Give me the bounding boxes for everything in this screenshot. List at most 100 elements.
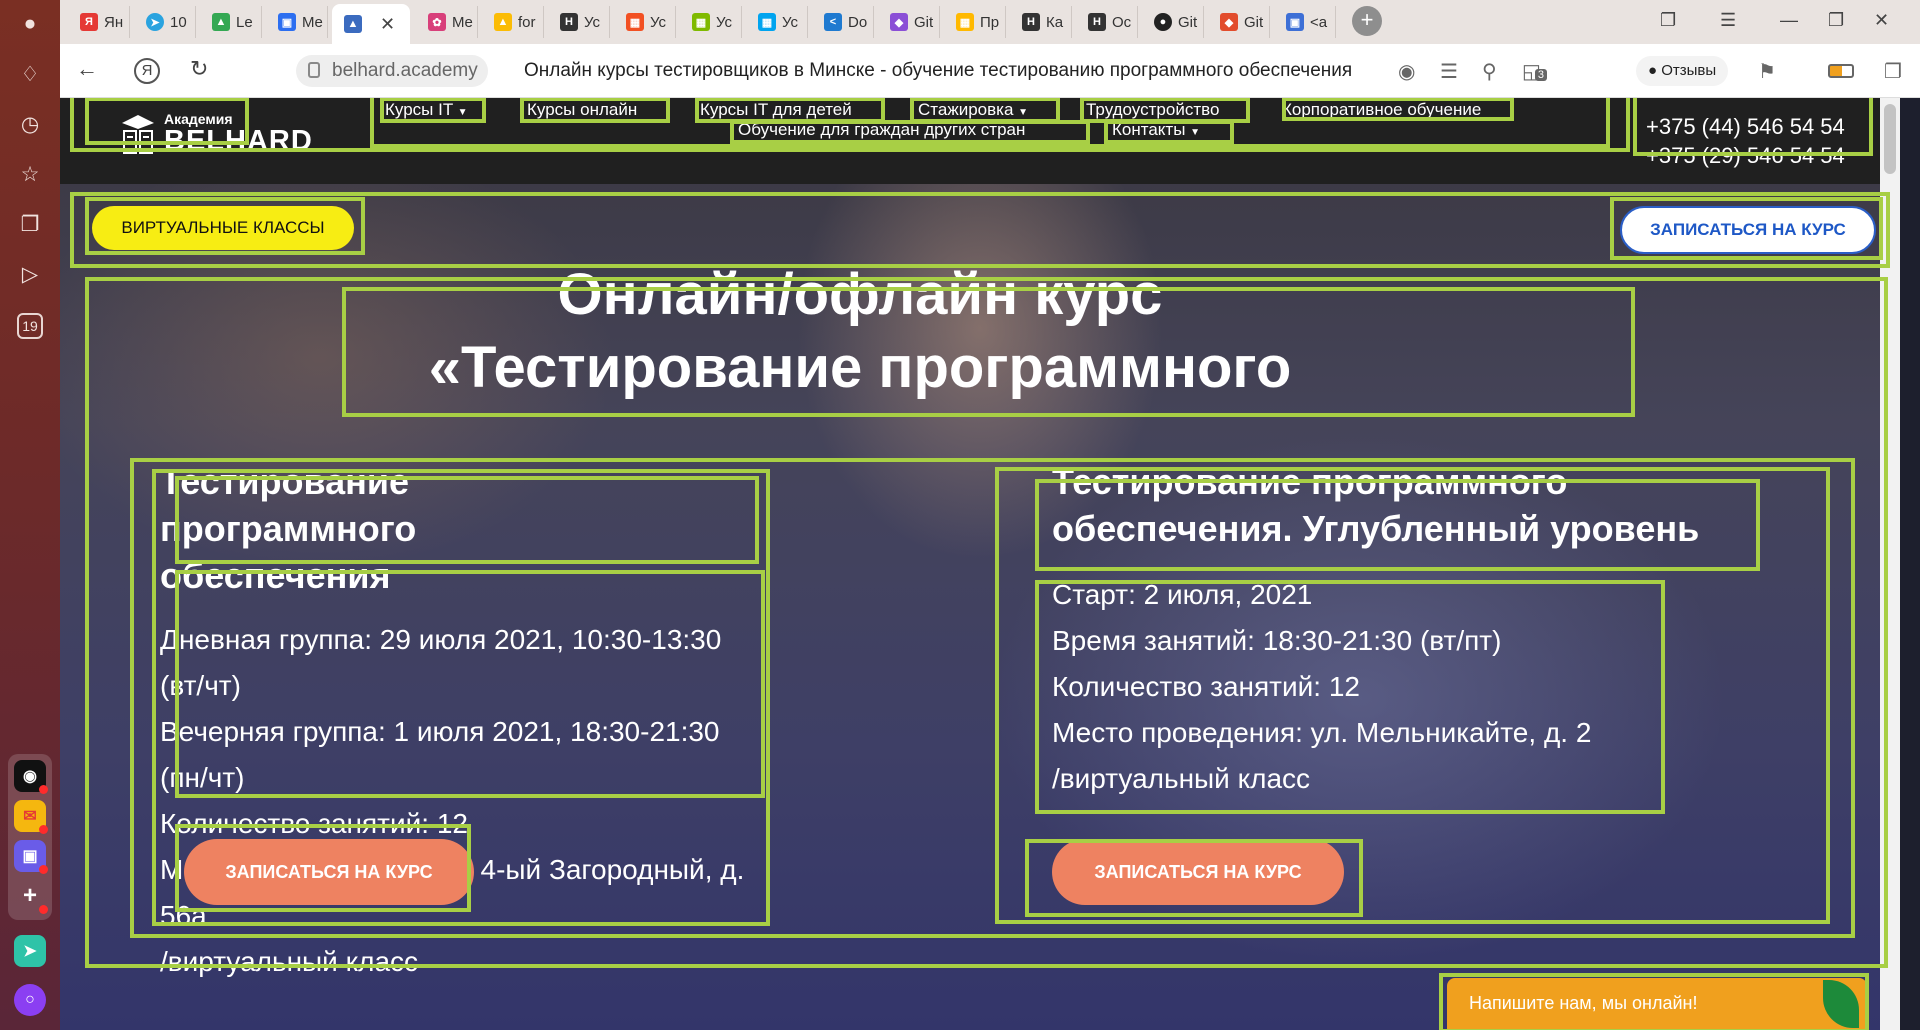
- virtual-classes-button[interactable]: ВИРТУАЛЬНЫЕ КЛАССЫ: [92, 206, 354, 250]
- collections-icon[interactable]: ❐: [14, 208, 46, 240]
- calendar-badge-icon[interactable]: 19: [17, 313, 43, 339]
- tab-2[interactable]: ➤ 10: [134, 6, 196, 38]
- tab-4[interactable]: ▣ Me: [266, 6, 328, 38]
- url-field[interactable]: belhard.academy: [296, 55, 488, 87]
- site-h-icon: H: [1022, 13, 1040, 31]
- menu-contacts[interactable]: Контакты ▼: [1112, 120, 1200, 140]
- play-video-icon[interactable]: ▷: [14, 258, 46, 290]
- signup-button-basic[interactable]: ЗАПИСАТЬСЯ НА КУРС: [184, 839, 474, 905]
- extensions-icon[interactable]: ❐: [1884, 59, 1902, 84]
- microsoft-icon: ▦: [956, 13, 974, 31]
- tab-16[interactable]: H Ос: [1076, 6, 1138, 38]
- signup-button-top[interactable]: ЗАПИСАТЬСЯ НА КУРС: [1620, 206, 1876, 254]
- alice-app-icon[interactable]: ◉: [14, 760, 48, 794]
- menu-it-courses[interactable]: Курсы IT ▼: [385, 100, 468, 120]
- page-scrollbar[interactable]: [1880, 98, 1900, 1030]
- menu-online-courses[interactable]: Курсы онлайн: [527, 100, 637, 120]
- browser-menu-icon[interactable]: ☰: [1720, 10, 1736, 31]
- course-detail-line: /виртуальный класс: [160, 946, 419, 977]
- academy-cap-icon: ▲: [344, 15, 362, 33]
- mail-app-icon[interactable]: ✉: [14, 800, 48, 834]
- signup-button-advanced[interactable]: ЗАПИСАТЬСЯ НА КУРС: [1052, 839, 1344, 905]
- tab-13[interactable]: ◆ Git: [878, 6, 940, 38]
- course-card-advanced: Тестирование программного обеспечения. У…: [1052, 458, 1792, 802]
- add-app-icon[interactable]: +: [14, 880, 48, 914]
- course-detail-line: /виртуальный класс: [1052, 763, 1311, 794]
- page-viewport: Академия BELHARD Курсы IT ▼ Курсы онлайн…: [60, 98, 1900, 1030]
- close-window-icon[interactable]: ✕: [1874, 10, 1889, 31]
- phone-numbers: +375 (44) 546 54 54 +375 (29) 546 54 54: [1646, 112, 1845, 170]
- new-tab-plus-icon[interactable]: +: [1352, 6, 1382, 36]
- tab-1[interactable]: Я Ян: [68, 6, 130, 38]
- logo-subtitle: Академия: [164, 111, 233, 127]
- menu-employment[interactable]: Трудоустройство: [1086, 100, 1219, 120]
- speech-bubble-icon: ●: [1648, 62, 1658, 79]
- reader-mode-icon[interactable]: ☰: [1440, 59, 1458, 84]
- tab-manager-icon[interactable]: ❐: [1660, 10, 1676, 31]
- microsoft-icon: ▦: [692, 13, 710, 31]
- tab-counter: 3: [1534, 69, 1548, 81]
- tab-8[interactable]: H Ус: [548, 6, 610, 38]
- yandex-home-icon[interactable]: Я: [134, 58, 160, 84]
- minimize-icon[interactable]: —: [1780, 10, 1798, 31]
- send-app-icon[interactable]: ➤: [14, 935, 46, 967]
- tab-7[interactable]: ▲ for: [482, 6, 544, 38]
- tab-12[interactable]: < Do: [812, 6, 874, 38]
- tab-10[interactable]: ▦ Ус: [680, 6, 742, 38]
- course-details: Дневная группа: 29 июля 2021, 10:30-13:3…: [160, 617, 770, 985]
- tab-11[interactable]: ▦ Ус: [746, 6, 808, 38]
- tab-17[interactable]: ● Git: [1142, 6, 1204, 38]
- google-drive-icon: ▲: [212, 13, 230, 31]
- tab-6[interactable]: ✿ Me: [416, 6, 478, 38]
- browser-sidebar: ● ♢ ◷ ☆ ❐ ▷ 19 ◉ ✉ ▣ + ➤ ○: [0, 0, 60, 1030]
- tab-18[interactable]: ◆ Git: [1208, 6, 1270, 38]
- alice-assistant-icon[interactable]: ○: [14, 984, 46, 1016]
- menu-kids-courses[interactable]: Курсы IT для детей: [700, 100, 852, 120]
- book-logo-icon: [122, 115, 154, 154]
- tab-9[interactable]: ▦ Ус: [614, 6, 676, 38]
- site-h-icon: H: [560, 13, 578, 31]
- back-arrow-icon[interactable]: ←: [76, 56, 98, 82]
- bookmark-icon[interactable]: ⚑: [1758, 59, 1776, 84]
- course-detail-line: Место проведения: ул. Мельникайте, д. 2: [1052, 717, 1592, 748]
- phone-1[interactable]: +375 (44) 546 54 54: [1646, 112, 1845, 141]
- notifications-bell-icon[interactable]: ♢: [14, 58, 46, 90]
- tab-active[interactable]: ▲ ✕: [332, 4, 410, 44]
- tab-14[interactable]: ▦ Пр: [944, 6, 1006, 38]
- tab-3[interactable]: ▲ Le: [200, 6, 262, 38]
- menu-internship[interactable]: Стажировка ▼: [918, 100, 1028, 120]
- site-logo[interactable]: Академия BELHARD: [120, 112, 313, 156]
- zoom-icon[interactable]: ⚲: [1482, 59, 1497, 84]
- chevron-down-icon: ▼: [457, 107, 468, 118]
- history-clock-icon[interactable]: ◷: [14, 108, 46, 140]
- leaf-icon: [1823, 980, 1859, 1028]
- course-title: Тестирование программного обеспечения. У…: [1052, 461, 1700, 549]
- course-detail-line: Дневная группа: 29 июля 2021, 10:30-13:3…: [160, 624, 722, 701]
- restore-window-icon[interactable]: ❐: [1828, 10, 1844, 31]
- headphones-icon[interactable]: ◉: [1398, 59, 1415, 84]
- lock-icon: [308, 62, 320, 78]
- github-icon: ●: [1154, 13, 1172, 31]
- profile-icon[interactable]: ●: [14, 8, 46, 40]
- logo-title: BELHARD: [164, 125, 313, 157]
- scrollbar-thumb[interactable]: [1884, 104, 1896, 174]
- tab-15[interactable]: H Ка: [1010, 6, 1072, 38]
- calendar-badge-count: 19: [22, 318, 38, 334]
- phone-2[interactable]: +375 (29) 546 54 54: [1646, 141, 1845, 170]
- tab-close-icon[interactable]: ✕: [380, 14, 395, 35]
- chevron-down-icon: ▼: [1190, 127, 1201, 138]
- menu-foreign-citizens[interactable]: Обучение для граждан других стран: [738, 120, 1025, 140]
- tab-bar: Я Ян ➤ 10 ▲ Le ▣ Me ▲ ✕ ✿ Me ▲ for H Ус ▦ Ус ▦ Ус …: [60, 0, 1920, 44]
- reviews-button[interactable]: ● Отзывы: [1636, 56, 1729, 86]
- protect-icon[interactable]: ◱3: [1522, 59, 1548, 84]
- sidebar-apps-panel: ◉ ✉ ▣ +: [8, 754, 52, 920]
- diamond-icon: ◆: [890, 13, 908, 31]
- reload-icon[interactable]: ↻: [190, 56, 208, 82]
- messenger-app-icon[interactable]: ▣: [14, 840, 48, 874]
- course-detail-line: Старт: 2 июля, 2021: [1052, 579, 1313, 610]
- chat-widget[interactable]: Напишите нам, мы онлайн!: [1447, 978, 1867, 1030]
- tab-19[interactable]: ▣ <a: [1274, 6, 1336, 38]
- google-drive-icon: ▲: [494, 13, 512, 31]
- menu-corporate[interactable]: Корпоративное обучение: [1282, 100, 1481, 120]
- bookmarks-star-icon[interactable]: ☆: [14, 158, 46, 190]
